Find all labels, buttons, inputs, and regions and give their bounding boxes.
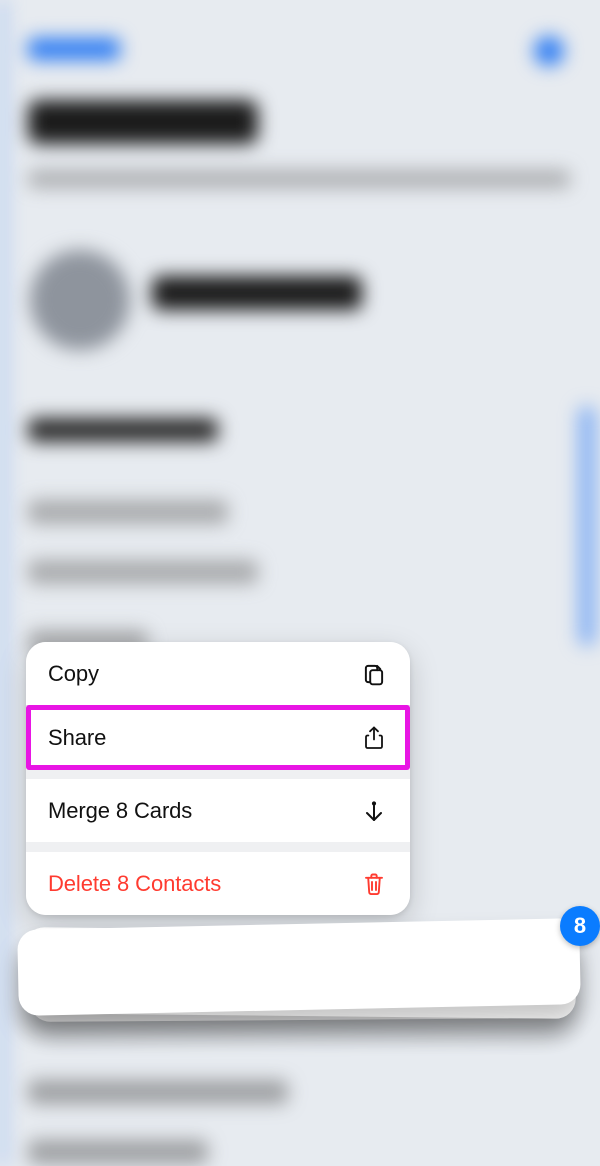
- menu-separator: [26, 842, 410, 852]
- menu-item-merge[interactable]: Merge 8 Cards: [26, 779, 410, 842]
- menu-item-share[interactable]: Share: [26, 706, 410, 769]
- share-icon: [360, 724, 388, 752]
- selection-count-badge: 8: [560, 906, 600, 946]
- stack-card: [17, 918, 581, 1016]
- trash-icon: [360, 870, 388, 898]
- menu-item-label: Merge 8 Cards: [48, 798, 192, 824]
- selection-stack[interactable]: [18, 924, 580, 1016]
- menu-item-label: Copy: [48, 661, 99, 687]
- menu-item-delete[interactable]: Delete 8 Contacts: [26, 852, 410, 915]
- menu-item-label: Delete 8 Contacts: [48, 871, 221, 897]
- copy-icon: [360, 660, 388, 688]
- merge-icon: [360, 797, 388, 825]
- menu-item-copy[interactable]: Copy: [26, 642, 410, 705]
- context-menu: Copy Share Merge 8 Cards: [26, 642, 410, 915]
- menu-item-label: Share: [48, 725, 106, 751]
- menu-separator: [26, 769, 410, 779]
